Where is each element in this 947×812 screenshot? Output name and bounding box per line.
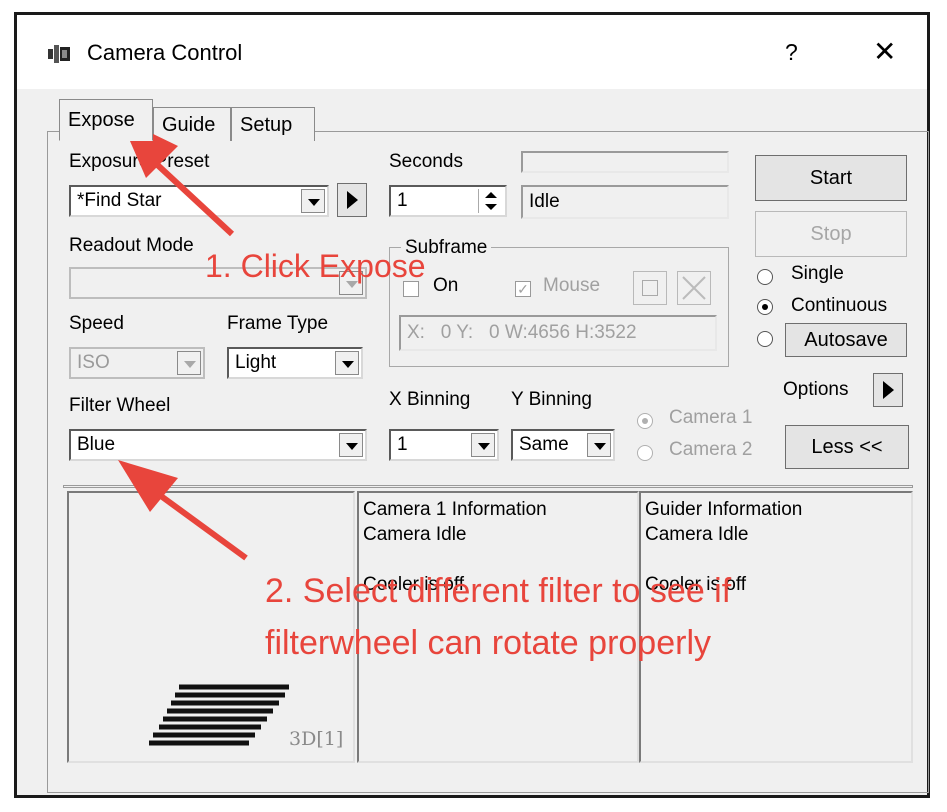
- annotation-step1: 1. Click Expose: [205, 248, 426, 284]
- screenshot-frame: Camera Control ? ✕ Expose Guide Setup Ex…: [0, 0, 947, 812]
- annotation-step2-line2: filterwheel can rotate properly: [265, 624, 712, 662]
- arrow-to-filter-wheel: [118, 460, 248, 561]
- annotation-step2-line1: 2. Select different filter to see if: [265, 572, 732, 610]
- tab-expose[interactable]: Expose: [59, 99, 153, 141]
